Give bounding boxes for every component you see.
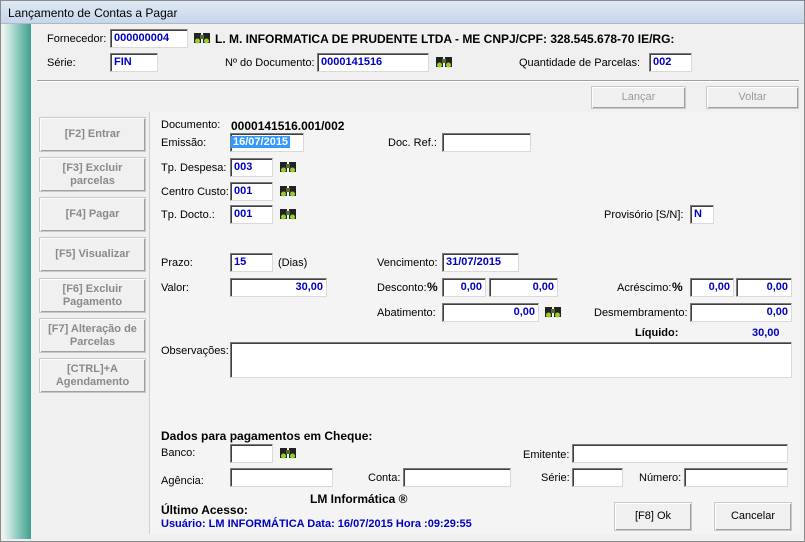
parcelas-field[interactable]: 002: [649, 53, 692, 72]
cancelar-button[interactable]: Cancelar: [714, 502, 792, 531]
title-bar: Lançamento de Contas a Pagar: [1, 1, 804, 24]
percent-icon: %: [427, 280, 438, 294]
documento-label: Documento:: [161, 119, 221, 131]
brand-label: LM Informática ®: [310, 492, 408, 506]
agendamento-button[interactable]: [CTRL]+A Agendamento: [39, 358, 146, 393]
search-binoculars-icon[interactable]: [279, 206, 297, 222]
tpdespesa-field[interactable]: 003: [230, 158, 273, 177]
docref-label: Doc. Ref.:: [388, 137, 437, 149]
conta-label: Conta:: [368, 472, 401, 484]
desconto-label: Desconto:: [377, 282, 427, 294]
fornecedor-name: L. M. INFORMATICA DE PRUDENTE LTDA - ME …: [215, 32, 675, 46]
documento-number-field[interactable]: 0000141516: [317, 53, 429, 72]
excluir-pagamento-button[interactable]: [F6] Excluir Pagamento: [39, 278, 146, 313]
lancar-button[interactable]: Lançar: [591, 86, 686, 109]
numero-label: Número:: [639, 472, 682, 484]
emissao-label: Emissão:: [161, 137, 207, 149]
liquido-label: Líquido:: [635, 327, 679, 339]
centrocusto-label: Centro Custo:: [161, 186, 229, 198]
ultimo-acesso-label: Último Acesso:: [161, 503, 248, 517]
abatimento-label: Abatimento:: [377, 307, 436, 319]
search-binoculars-icon[interactable]: [279, 159, 297, 175]
prazo-label: Prazo:: [161, 257, 193, 269]
liquido-value: 30,00: [752, 327, 780, 339]
search-binoculars-icon[interactable]: [544, 304, 562, 320]
documento-number-label: Nº do Documento:: [225, 57, 315, 69]
desmembramento-label: Desmembramento:: [594, 307, 688, 319]
search-binoculars-icon[interactable]: [435, 54, 453, 70]
parcelas-label: Quantidade de Parcelas:: [519, 57, 641, 69]
serie-field[interactable]: FIN: [110, 53, 158, 72]
entrar-button[interactable]: [F2] Entrar: [39, 117, 146, 152]
banco-label: Banco:: [161, 447, 196, 459]
excluir-parcelas-button[interactable]: [F3] Excluir parcelas: [39, 157, 146, 192]
left-decorative-strip: [4, 24, 31, 539]
vencimento-field[interactable]: 31/07/2015: [442, 253, 519, 272]
observacoes-label: Observações:: [161, 345, 229, 357]
provisorio-label: Provisório [S/N]:: [604, 209, 684, 221]
main-window: Lançamento de Contas a Pagar Fornecedor:…: [0, 0, 805, 542]
tpdocto-label: Tp. Docto.:: [161, 209, 215, 221]
tpdocto-field[interactable]: 001: [230, 205, 273, 224]
desmembramento-field[interactable]: 0,00: [690, 303, 792, 322]
visualizar-button[interactable]: [F5] Visualizar: [39, 237, 146, 272]
valor-label: Valor:: [161, 282, 189, 294]
usuario-info: Usuário: LM INFORMÁTICA Data: 16/07/2015…: [161, 518, 472, 530]
agencia-label: Agência:: [161, 475, 204, 487]
cheque-serie-field[interactable]: [572, 468, 623, 487]
documento-value: 0000141516.001/002: [231, 119, 345, 133]
valor-field[interactable]: 30,00: [230, 278, 327, 297]
prazo-field[interactable]: 15: [230, 253, 273, 272]
header-divider: [37, 80, 799, 82]
serie-label: Série:: [47, 57, 76, 69]
emissao-value: 16/07/2015: [231, 136, 291, 148]
fornecedor-field[interactable]: 000000004: [110, 29, 188, 48]
vencimento-label: Vencimento:: [377, 257, 438, 269]
acrescimo-value-field[interactable]: 0,00: [736, 278, 792, 297]
search-binoculars-icon[interactable]: [279, 445, 297, 461]
search-binoculars-icon[interactable]: [193, 30, 211, 46]
conta-field[interactable]: [403, 468, 511, 487]
alteracao-parcelas-button[interactable]: [F7] Alteração de Parcelas: [39, 318, 146, 353]
window-title: Lançamento de Contas a Pagar: [8, 6, 178, 20]
cheque-title: Dados para pagamentos em Cheque:: [161, 429, 373, 443]
acrescimo-label: Acréscimo:: [617, 282, 672, 294]
voltar-button[interactable]: Voltar: [706, 86, 799, 109]
tpdespesa-label: Tp. Despesa:: [161, 162, 227, 174]
desconto-value-field[interactable]: 0,00: [489, 278, 558, 297]
observacoes-field[interactable]: [230, 342, 792, 378]
ok-button[interactable]: [F8] Ok: [614, 502, 692, 531]
emitente-field[interactable]: [572, 444, 788, 463]
agencia-field[interactable]: [230, 468, 333, 487]
dias-label: (Dias): [278, 257, 308, 269]
acrescimo-pct-field[interactable]: 0,00: [690, 278, 734, 297]
fornecedor-label: Fornecedor:: [47, 33, 107, 45]
provisorio-field[interactable]: N: [690, 205, 714, 224]
numero-field[interactable]: [684, 468, 788, 487]
docref-field[interactable]: [442, 133, 531, 152]
pagar-button[interactable]: [F4] Pagar: [39, 197, 146, 232]
percent-icon: %: [672, 280, 683, 294]
centrocusto-field[interactable]: 001: [230, 182, 273, 201]
desconto-pct-field[interactable]: 0,00: [442, 278, 486, 297]
abatimento-field[interactable]: 0,00: [442, 303, 539, 322]
emitente-label: Emitente:: [523, 449, 570, 461]
emissao-field[interactable]: 16/07/2015: [230, 133, 304, 152]
banco-field[interactable]: [230, 444, 273, 463]
search-binoculars-icon[interactable]: [279, 183, 297, 199]
cheque-serie-label: Série:: [541, 472, 570, 484]
